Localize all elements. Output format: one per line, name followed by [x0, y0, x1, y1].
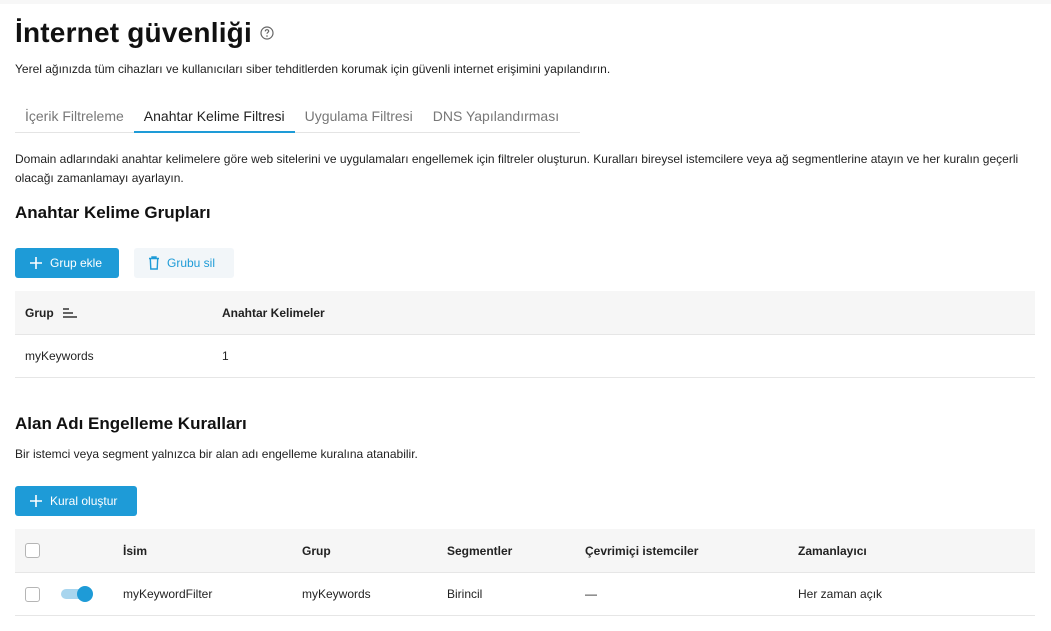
column-header-group[interactable]: Grup	[25, 291, 77, 334]
rule-segments-cell: Birincil	[447, 587, 483, 601]
table-header: İsim Grup Segmentler Çevrimiçi istemcile…	[15, 529, 1035, 573]
rule-name-cell: myKeywordFilter	[123, 587, 213, 601]
select-all-cell	[25, 529, 40, 572]
rule-online-clients-cell: —	[585, 587, 597, 601]
column-header-keywords: Anahtar Kelimeler	[222, 305, 325, 320]
tab-dns-config[interactable]: DNS Yapılandırması	[423, 99, 569, 133]
page-description: Domain adlarındaki anahtar kelimelere gö…	[15, 152, 1019, 185]
sort-icon[interactable]	[62, 307, 77, 318]
create-rule-label: Kural oluştur	[50, 494, 118, 508]
page-subtitle: Yerel ağınızda tüm cihazları ve kullanıc…	[15, 62, 611, 76]
title-row: İnternet güvenliği	[15, 17, 274, 49]
block-rules-title: Alan Adı Engelleme Kuralları	[15, 414, 247, 433]
row-checkbox[interactable]	[25, 586, 40, 602]
column-header-scheduler: Zamanlayıcı	[798, 543, 867, 558]
trash-icon	[149, 256, 159, 270]
page-title: İnternet güvenliği	[15, 17, 252, 48]
tab-keyword-filter[interactable]: Anahtar Kelime Filtresi	[133, 99, 295, 133]
create-rule-button[interactable]: Kural oluştur	[15, 486, 137, 516]
top-strip	[0, 0, 1051, 4]
help-circle-icon[interactable]	[260, 26, 274, 40]
column-header-segments: Segmentler	[447, 543, 513, 558]
keyword-groups-title: Anahtar Kelime Grupları	[15, 203, 211, 222]
rule-scheduler-cell: Her zaman açık	[798, 587, 883, 601]
tab-content-filtering[interactable]: İçerik Filtreleme	[15, 99, 134, 133]
rule-enabled-toggle[interactable]	[61, 586, 93, 602]
block-rules-table: İsim Grup Segmentler Çevrimiçi istemcile…	[15, 529, 1035, 616]
plus-icon	[30, 495, 42, 507]
keyword-count-cell: 1	[222, 349, 229, 363]
column-header-name: İsim	[123, 543, 148, 558]
select-all-checkbox[interactable]	[25, 543, 40, 558]
block-rules-subtitle: Bir istemci veya segment yalnızca bir al…	[15, 447, 418, 461]
row-select-cell	[25, 573, 40, 615]
add-group-label: Grup ekle	[50, 256, 103, 270]
group-name-cell: myKeywords	[25, 349, 94, 363]
delete-group-label: Grubu sil	[167, 256, 216, 270]
tab-bar: İçerik Filtreleme Anahtar Kelime Filtres…	[15, 99, 580, 133]
table-row[interactable]: myKeywords 1	[15, 335, 1035, 378]
table-header: Grup Anahtar Kelimeler	[15, 291, 1035, 335]
rule-group-cell: myKeywords	[302, 587, 371, 601]
column-header-group-label: Grup	[25, 305, 54, 320]
delete-group-button[interactable]: Grubu sil	[134, 248, 234, 278]
tab-app-filter[interactable]: Uygulama Filtresi	[295, 99, 423, 133]
plus-icon	[30, 257, 42, 269]
column-header-online-clients: Çevrimiçi istemciler	[585, 543, 699, 558]
rule-toggle-cell	[61, 573, 93, 615]
keyword-groups-table: Grup Anahtar Kelimeler myKeywords 1	[15, 291, 1035, 378]
add-group-button[interactable]: Grup ekle	[15, 248, 119, 278]
column-header-group: Grup	[302, 543, 331, 558]
table-row[interactable]: myKeywordFilter myKeywords Birincil — He…	[15, 573, 1035, 616]
